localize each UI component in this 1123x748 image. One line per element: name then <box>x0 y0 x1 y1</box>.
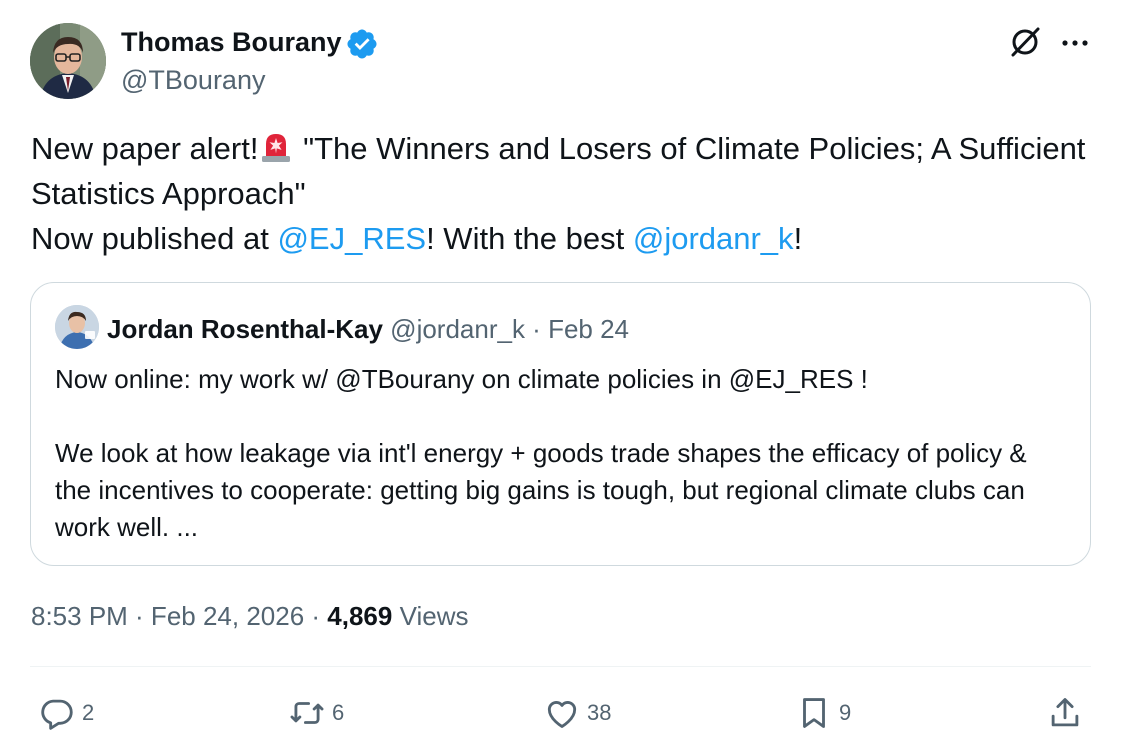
bookmark-count: 9 <box>839 700 852 725</box>
heart-icon <box>547 701 577 728</box>
siren-emoji-icon <box>262 134 291 162</box>
tweet-line2-mid: ! With the best <box>426 221 633 256</box>
author-handle[interactable]: @TBourany <box>121 65 265 96</box>
views-label: Views <box>392 601 469 631</box>
views-count: 4,869 <box>327 601 393 631</box>
share-icon <box>1051 698 1079 727</box>
quoted-handle-date: @jordanr_k · Feb 24 <box>382 314 630 344</box>
share-button[interactable] <box>1046 692 1084 734</box>
reply-button[interactable]: 2 <box>38 692 94 734</box>
quoted-tweet-text: Now online: my work w/ @TBourany on clim… <box>55 364 1027 542</box>
bookmark-icon <box>803 698 825 728</box>
tweet-text: New paper alert! "The Winners and Losers… <box>31 126 1096 261</box>
like-button[interactable]: 38 <box>543 692 611 734</box>
tweet-timestamp[interactable]: 8:53 PM · Feb 24, 2026 · <box>31 601 327 631</box>
tweet-line2-end: ! <box>793 221 803 256</box>
like-count: 38 <box>587 700 612 725</box>
quoted-tweet-header: Jordan Rosenthal-Kay @jordanr_k · Feb 24 <box>107 314 629 345</box>
tweet-intro: New paper alert! <box>31 131 259 166</box>
tweet-meta: 8:53 PM · Feb 24, 2026 · 4,869 Views <box>31 601 468 632</box>
repost-count: 6 <box>332 700 345 725</box>
divider <box>30 666 1091 667</box>
verified-badge-icon <box>347 29 377 59</box>
more-options-icon[interactable] <box>1058 26 1092 60</box>
repost-button[interactable]: 6 <box>288 692 344 734</box>
reply-icon <box>41 699 73 730</box>
grok-icon[interactable] <box>1005 22 1045 62</box>
author-name[interactable]: Thomas Bourany <box>121 27 342 58</box>
tweet-line2-pre: Now published at <box>31 221 278 256</box>
bookmark-button[interactable]: 9 <box>795 692 851 734</box>
quoted-author-avatar[interactable] <box>55 305 99 349</box>
quoted-author-name[interactable]: Jordan Rosenthal-Kay <box>107 314 383 344</box>
repost-icon <box>290 702 324 724</box>
mention-jordanr-k[interactable]: @jordanr_k <box>633 221 794 256</box>
mention-ej-res[interactable]: @EJ_RES <box>277 221 426 256</box>
reply-count: 2 <box>82 700 95 725</box>
quoted-tweet-card[interactable]: Jordan Rosenthal-Kay @jordanr_k · Feb 24… <box>30 282 1091 566</box>
author-avatar[interactable] <box>30 23 106 99</box>
